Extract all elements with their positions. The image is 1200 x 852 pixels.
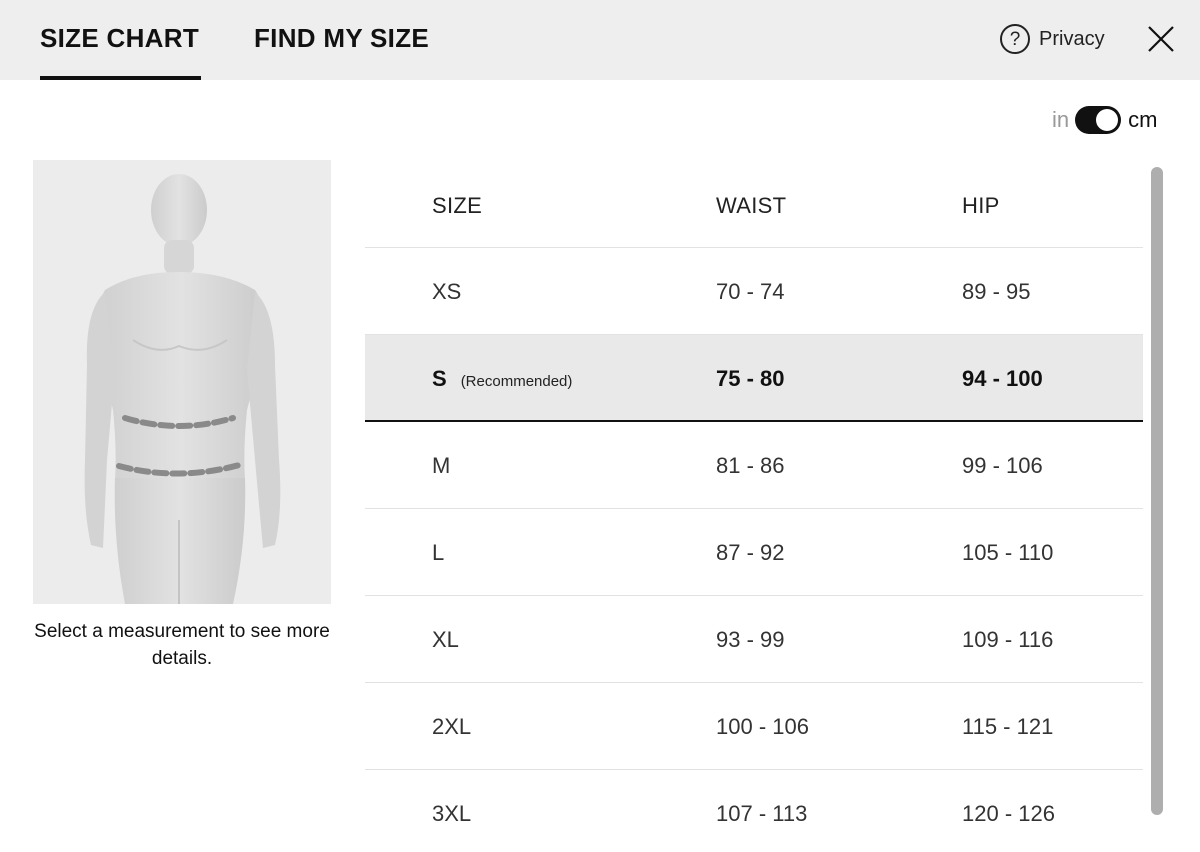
privacy-link[interactable]: ? Privacy xyxy=(1000,23,1105,55)
table-row[interactable]: 3XL 107 - 113 120 - 126 xyxy=(365,770,1143,852)
hip-cell: 99 - 106 xyxy=(962,453,1043,478)
size-cell: S (Recommended) xyxy=(432,366,572,392)
size-value: S xyxy=(432,366,447,391)
table-row-recommended[interactable]: S (Recommended) 75 - 80 94 - 100 xyxy=(365,335,1143,422)
modal-header: SIZE CHART FIND MY SIZE ? Privacy xyxy=(0,0,1200,80)
tab-size-chart[interactable]: SIZE CHART xyxy=(40,22,199,54)
close-button[interactable] xyxy=(1146,24,1176,54)
hip-cell: 94 - 100 xyxy=(962,366,1043,391)
hip-cell: 115 - 121 xyxy=(962,714,1054,739)
size-cell: XS xyxy=(432,279,462,304)
size-cell: M xyxy=(432,453,451,478)
table-row[interactable]: 2XL 100 - 106 115 - 121 xyxy=(365,683,1143,770)
privacy-label: Privacy xyxy=(1039,27,1105,50)
size-cell: 3XL xyxy=(432,801,472,826)
hip-cell: 105 - 110 xyxy=(962,540,1054,565)
header-size: SIZE xyxy=(432,193,483,218)
header-hip[interactable]: HIP xyxy=(962,193,1000,219)
unit-toggle-switch[interactable] xyxy=(1075,106,1122,134)
size-cell: 2XL xyxy=(432,714,472,739)
size-cell: L xyxy=(432,540,445,565)
waist-cell: 87 - 92 xyxy=(716,540,785,565)
toggle-knob xyxy=(1096,109,1119,131)
hip-cell: 120 - 126 xyxy=(962,801,1055,826)
table-row[interactable]: M 81 - 86 99 - 106 xyxy=(365,422,1143,509)
tab-find-my-size[interactable]: FIND MY SIZE xyxy=(254,22,429,54)
close-icon xyxy=(1148,26,1174,52)
unit-in-label[interactable]: in xyxy=(1052,107,1069,133)
unit-cm-label[interactable]: cm xyxy=(1128,107,1157,133)
question-circle-icon: ? xyxy=(1000,24,1030,54)
measurement-figure xyxy=(33,160,331,604)
recommended-note: (Recommended) xyxy=(460,373,573,390)
active-tab-indicator xyxy=(40,76,201,80)
vertical-scrollbar[interactable] xyxy=(1151,167,1163,815)
waist-cell: 107 - 113 xyxy=(716,801,808,826)
hip-cell: 109 - 116 xyxy=(962,627,1054,652)
waist-cell: 75 - 80 xyxy=(716,366,785,391)
table-row[interactable]: XS 70 - 74 89 - 95 xyxy=(365,248,1143,335)
table-row[interactable]: L 87 - 92 105 - 110 xyxy=(365,509,1143,596)
size-cell: XL xyxy=(432,627,459,652)
hip-cell: 89 - 95 xyxy=(962,279,1031,304)
figure-caption: Select a measurement to see more details… xyxy=(34,621,330,669)
table-header: SIZE WAIST HIP xyxy=(365,160,1143,248)
size-table: SIZE WAIST HIP XS 70 - 74 89 - 95 S (Reco… xyxy=(365,160,1143,852)
mannequin-image xyxy=(84,174,281,604)
waist-cell: 93 - 99 xyxy=(716,627,785,652)
waist-cell: 100 - 106 xyxy=(716,714,809,739)
waist-cell: 81 - 86 xyxy=(716,453,785,478)
unit-toggle-group: in cm xyxy=(1052,104,1157,136)
table-row[interactable]: XL 93 - 99 109 - 116 xyxy=(365,596,1143,683)
header-waist[interactable]: WAIST xyxy=(716,193,786,219)
waist-cell: 70 - 74 xyxy=(716,279,785,304)
